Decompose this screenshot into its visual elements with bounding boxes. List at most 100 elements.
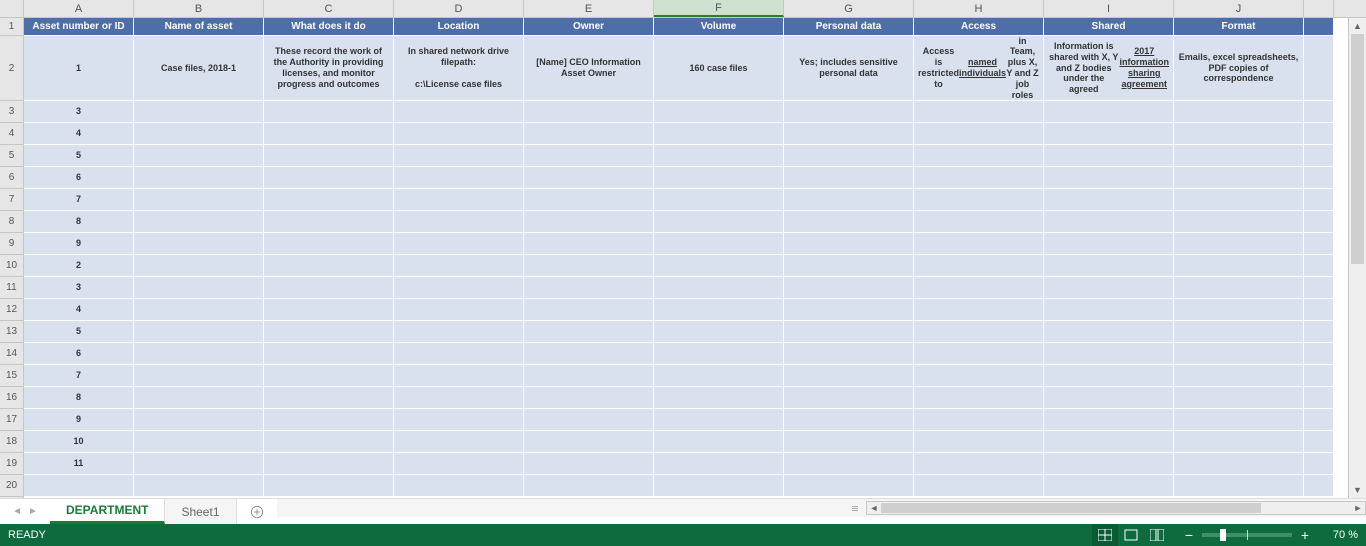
cell[interactable] [914, 321, 1044, 343]
column-header-G[interactable]: G [784, 0, 914, 17]
cell[interactable] [1044, 277, 1174, 299]
cell[interactable] [1304, 475, 1334, 497]
cell[interactable] [394, 189, 524, 211]
vertical-scrollbar[interactable]: ▲ ▼ [1348, 18, 1366, 498]
cell[interactable] [524, 189, 654, 211]
cell[interactable] [914, 145, 1044, 167]
cell[interactable] [134, 189, 264, 211]
cell[interactable] [1044, 145, 1174, 167]
cell[interactable] [784, 299, 914, 321]
cell[interactable] [654, 343, 784, 365]
cell[interactable] [1044, 123, 1174, 145]
cell[interactable] [1044, 453, 1174, 475]
row-header-8[interactable]: 8 [0, 211, 23, 233]
cell[interactable] [1304, 431, 1334, 453]
cell[interactable]: 7 [24, 365, 134, 387]
cell[interactable] [1044, 101, 1174, 123]
cell[interactable] [1174, 255, 1304, 277]
cell[interactable] [784, 321, 914, 343]
cell[interactable] [654, 255, 784, 277]
cell[interactable] [654, 101, 784, 123]
cell[interactable] [394, 101, 524, 123]
cell[interactable] [524, 453, 654, 475]
view-page-break-button[interactable] [1144, 524, 1170, 546]
cell[interactable]: 10 [24, 431, 134, 453]
cell[interactable] [264, 101, 394, 123]
cell[interactable] [784, 255, 914, 277]
cell[interactable] [134, 409, 264, 431]
row-header-1[interactable]: 1 [0, 18, 23, 36]
row-header-10[interactable]: 10 [0, 255, 23, 277]
cell[interactable] [654, 277, 784, 299]
cell[interactable] [394, 475, 524, 497]
cell[interactable]: In shared network drive filepath:c:\Lice… [394, 36, 524, 101]
cell[interactable] [524, 343, 654, 365]
scroll-left-arrow-icon[interactable]: ◄ [867, 502, 881, 514]
cell[interactable] [654, 167, 784, 189]
cell[interactable] [1304, 233, 1334, 255]
cell[interactable] [1174, 321, 1304, 343]
cell[interactable] [524, 211, 654, 233]
cell[interactable] [1304, 387, 1334, 409]
cell[interactable] [784, 167, 914, 189]
cell[interactable] [654, 299, 784, 321]
cell[interactable] [654, 365, 784, 387]
row-header-3[interactable]: 3 [0, 101, 23, 123]
cell[interactable] [134, 321, 264, 343]
cell[interactable] [264, 343, 394, 365]
cell[interactable] [394, 431, 524, 453]
cell[interactable] [1044, 365, 1174, 387]
cell[interactable] [1174, 387, 1304, 409]
cell[interactable] [1044, 299, 1174, 321]
cell[interactable] [654, 409, 784, 431]
cell[interactable] [914, 189, 1044, 211]
cell[interactable] [264, 409, 394, 431]
horizontal-scrollbar[interactable]: ◄ ► [866, 501, 1366, 515]
column-header-D[interactable]: D [394, 0, 524, 17]
horizontal-scroll-thumb[interactable] [881, 503, 1261, 513]
cell[interactable] [1304, 365, 1334, 387]
cell[interactable] [1044, 255, 1174, 277]
row-header-19[interactable]: 19 [0, 453, 23, 475]
cell[interactable] [1044, 343, 1174, 365]
cell[interactable] [264, 233, 394, 255]
spreadsheet-grid[interactable]: Asset number or IDName of assetWhat does… [24, 18, 1366, 498]
cell[interactable] [264, 475, 394, 497]
cell[interactable]: 5 [24, 321, 134, 343]
column-header-J[interactable]: J [1174, 0, 1304, 17]
sheet-tab-department[interactable]: DEPARTMENT [50, 499, 165, 524]
cell[interactable] [784, 475, 914, 497]
cell[interactable] [264, 189, 394, 211]
cell[interactable] [914, 365, 1044, 387]
cell[interactable] [654, 453, 784, 475]
cell[interactable]: 7 [24, 189, 134, 211]
cell[interactable] [394, 255, 524, 277]
row-header-15[interactable]: 15 [0, 365, 23, 387]
cell[interactable] [784, 211, 914, 233]
table-header-cell[interactable]: Name of asset [134, 18, 264, 36]
row-header-18[interactable]: 18 [0, 431, 23, 453]
cell[interactable] [524, 431, 654, 453]
cell[interactable]: 3 [24, 277, 134, 299]
cell[interactable] [524, 321, 654, 343]
column-header-I[interactable]: I [1044, 0, 1174, 17]
cell[interactable] [1304, 299, 1334, 321]
cell[interactable] [654, 145, 784, 167]
cell[interactable] [1304, 277, 1334, 299]
cell[interactable] [1174, 299, 1304, 321]
cell[interactable] [134, 365, 264, 387]
cell[interactable] [1304, 101, 1334, 123]
cell[interactable] [134, 211, 264, 233]
cell[interactable] [654, 387, 784, 409]
cell[interactable] [134, 431, 264, 453]
cell[interactable] [134, 167, 264, 189]
cell[interactable] [264, 431, 394, 453]
cell[interactable] [914, 431, 1044, 453]
cell[interactable]: 3 [24, 101, 134, 123]
cell[interactable]: 8 [24, 387, 134, 409]
cell[interactable] [1174, 233, 1304, 255]
cell[interactable] [1174, 189, 1304, 211]
cell[interactable] [134, 475, 264, 497]
cell[interactable] [1044, 167, 1174, 189]
cell[interactable] [1174, 123, 1304, 145]
